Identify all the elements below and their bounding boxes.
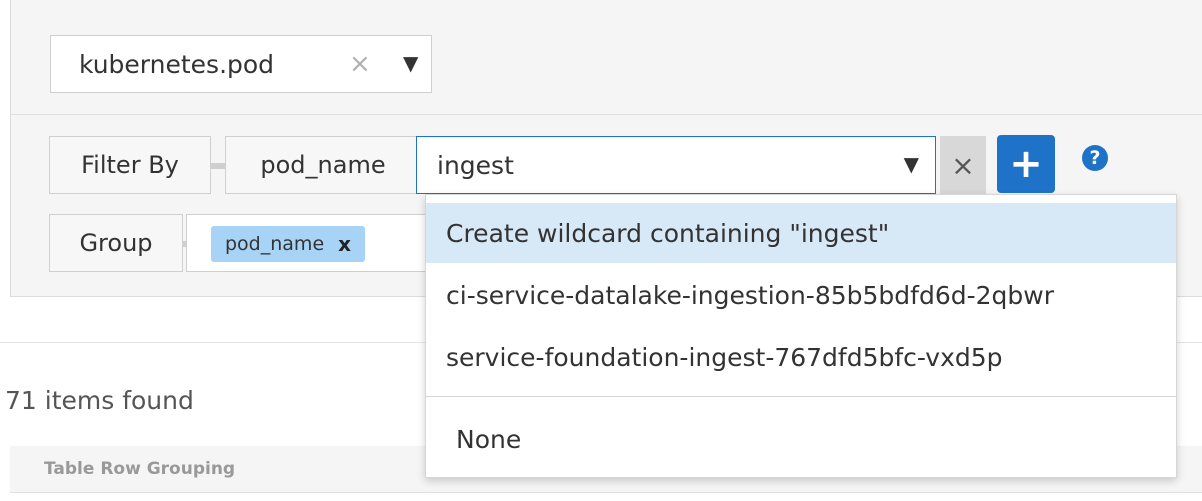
dropdown-option[interactable]: service-foundation-ingest-767dfd5bfc-vxd… — [426, 327, 1176, 387]
filter-field-text: pod_name — [260, 151, 386, 179]
filter-by-label: Filter By — [49, 136, 211, 194]
items-found-count: 71 items found — [5, 386, 194, 415]
panel-divider — [11, 114, 1202, 115]
object-type-value: kubernetes.pod — [79, 49, 275, 79]
filter-by-text: Filter By — [81, 151, 179, 179]
group-chip: pod_name x — [211, 226, 366, 262]
dropdown-separator — [426, 396, 1176, 397]
chevron-down-icon[interactable]: ▼ — [403, 51, 418, 75]
filter-suggestions-dropdown: Create wildcard containing "ingest" ci-s… — [425, 194, 1177, 478]
close-icon: × — [951, 148, 975, 182]
filter-value-input[interactable]: ingest ▼ — [416, 136, 936, 194]
dropdown-option-none[interactable]: None — [426, 409, 1176, 469]
table-header-label: Table Row Grouping — [44, 459, 236, 479]
help-button[interactable]: ? — [1082, 145, 1108, 171]
group-text: Group — [79, 229, 153, 257]
filter-field-button[interactable]: pod_name — [225, 136, 421, 194]
dropdown-option[interactable]: ci-service-datalake-ingestion-85b5bdfd6d… — [426, 265, 1176, 325]
question-icon: ? — [1089, 147, 1101, 169]
clear-object-icon[interactable]: × — [349, 49, 371, 79]
group-by-field[interactable]: pod_name x — [186, 214, 436, 272]
filter-value-text: ingest — [437, 150, 514, 180]
plus-icon: + — [1009, 141, 1043, 187]
chevron-down-icon[interactable]: ▼ — [904, 152, 919, 176]
clear-filter-button[interactable]: × — [940, 136, 986, 194]
object-type-select[interactable]: kubernetes.pod × ▼ — [50, 35, 432, 93]
group-label: Group — [49, 214, 183, 272]
group-chip-label: pod_name — [225, 233, 325, 255]
dropdown-option-wildcard[interactable]: Create wildcard containing "ingest" — [426, 203, 1176, 263]
remove-chip-icon[interactable]: x — [338, 232, 351, 256]
table-divider — [10, 492, 1202, 493]
add-filter-button[interactable]: + — [997, 135, 1055, 193]
